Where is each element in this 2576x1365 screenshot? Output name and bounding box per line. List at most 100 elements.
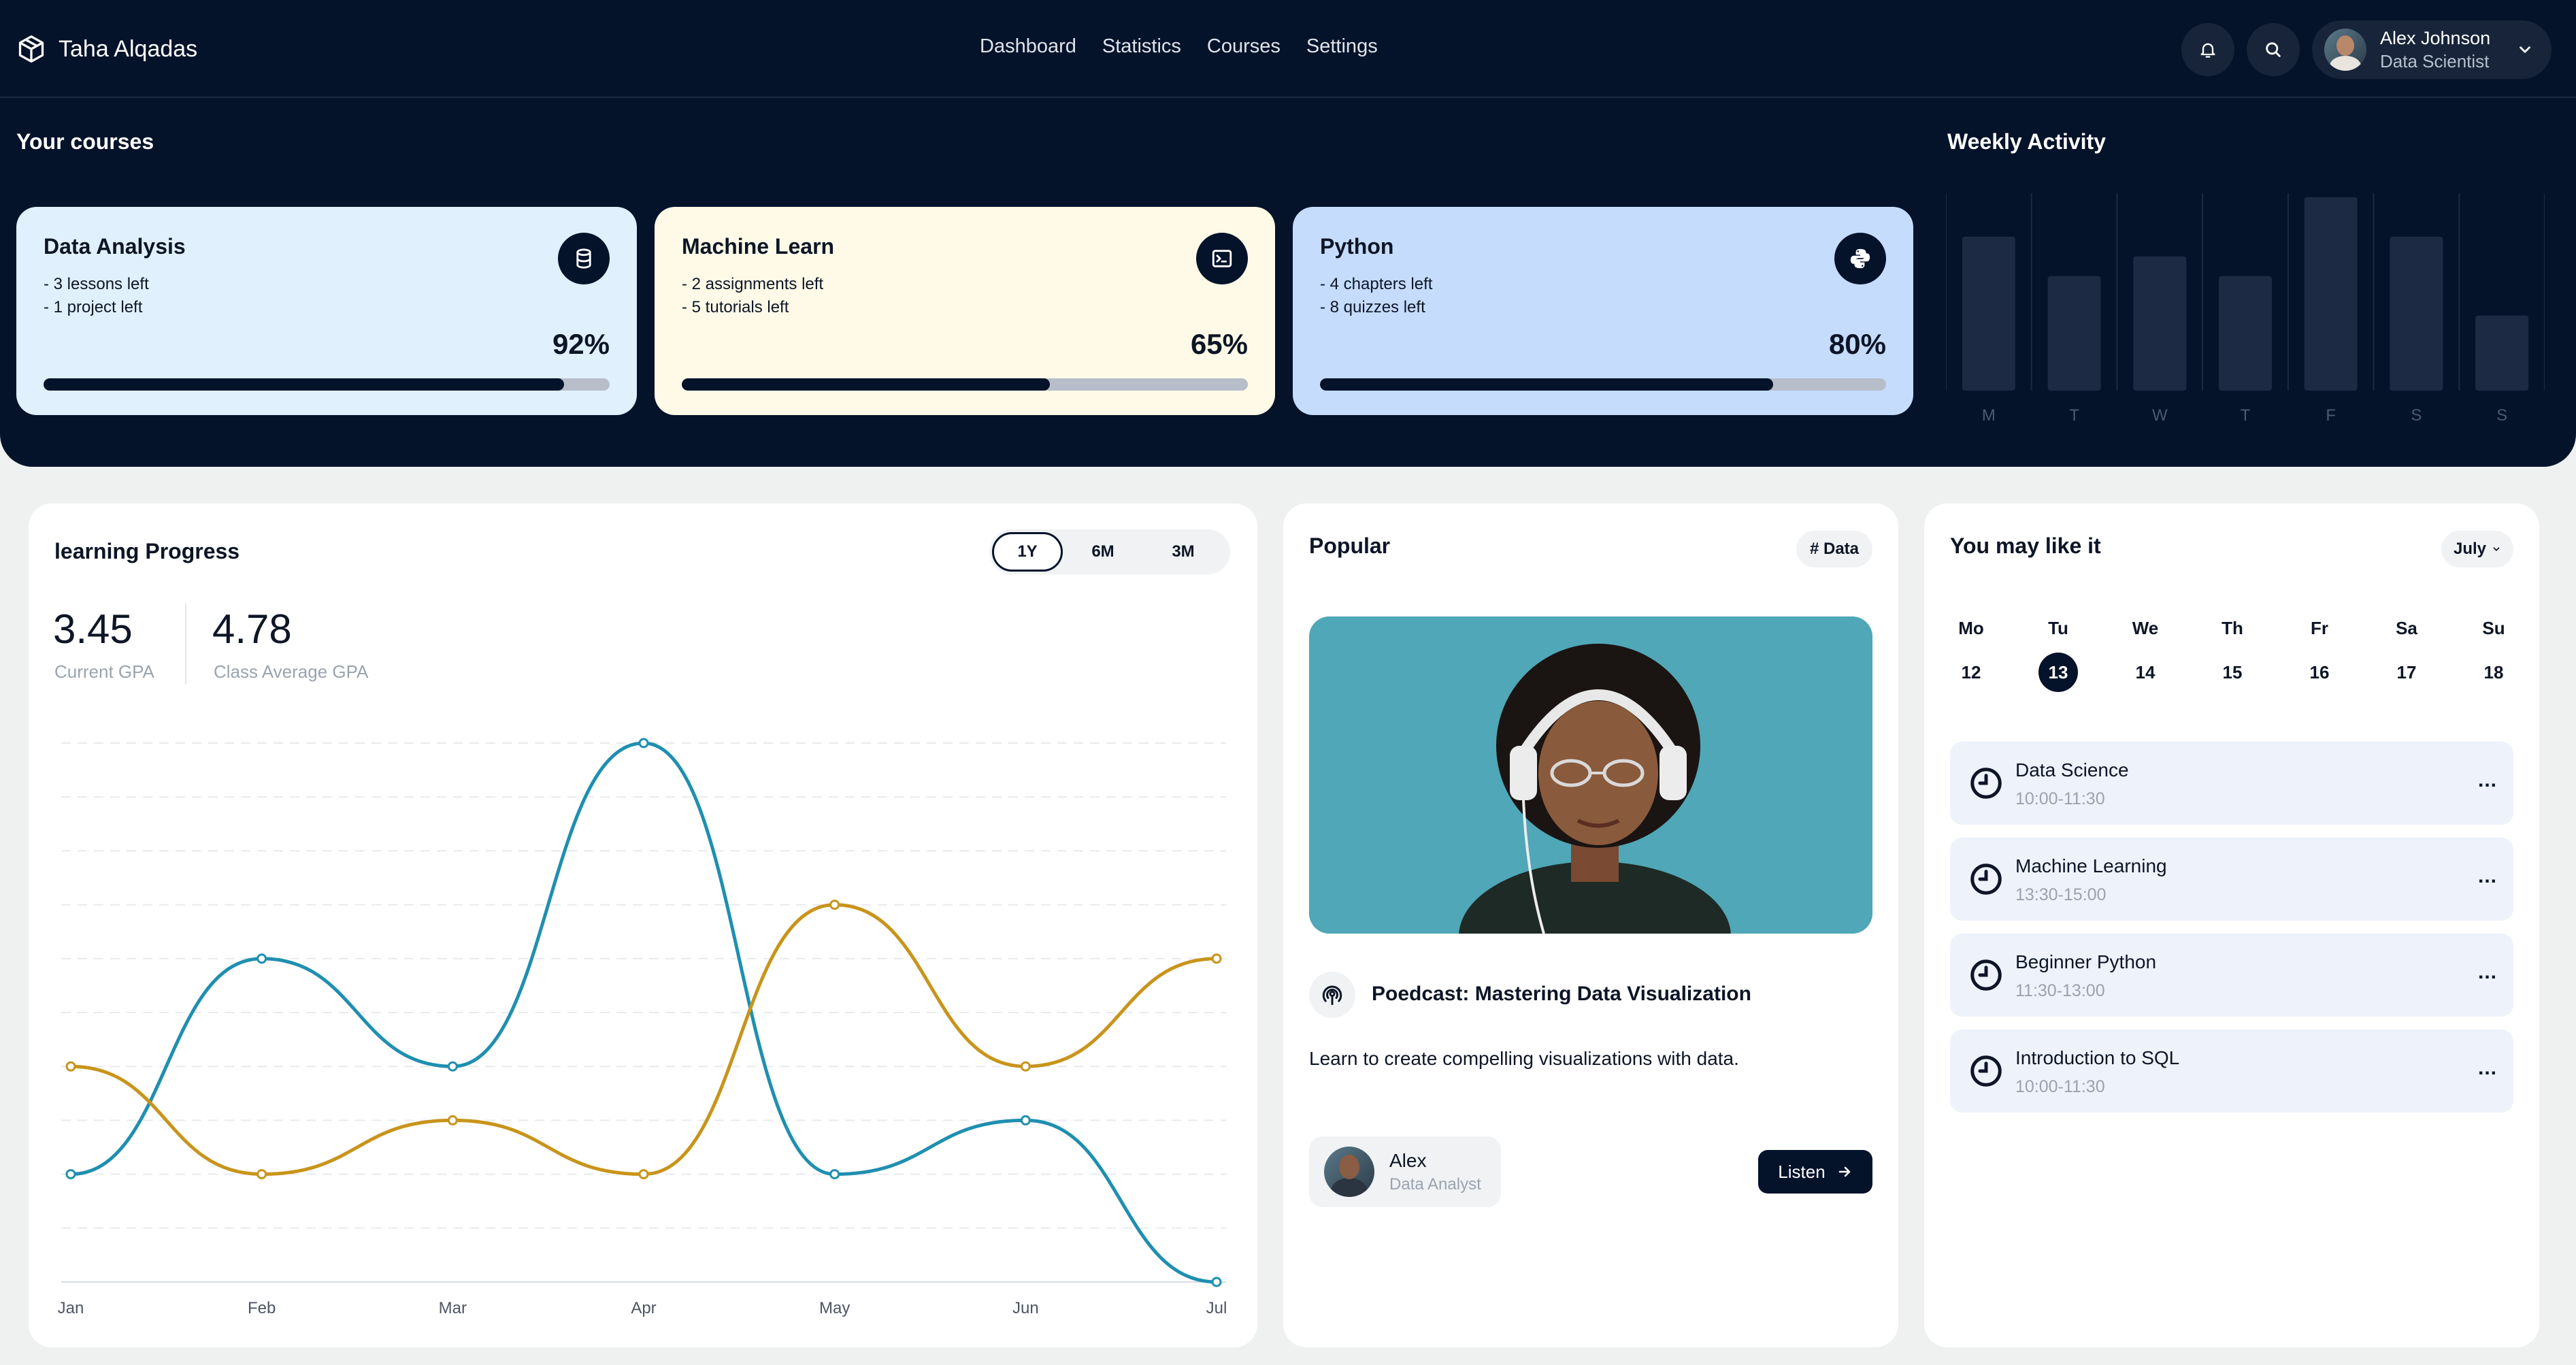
range-6m[interactable]: 6M — [1063, 532, 1143, 572]
bell-icon — [2200, 43, 2215, 58]
main-nav: Dashboard Statistics Courses Settings — [980, 35, 1378, 58]
day-number[interactable]: 14 — [2126, 653, 2165, 692]
python-icon — [1850, 248, 1870, 269]
courses-title: Your courses — [16, 129, 154, 154]
event-item-beginner-python[interactable]: Beginner Python 11:30-13:00 ... — [1950, 934, 2513, 1017]
nav-dashboard[interactable]: Dashboard — [980, 35, 1076, 58]
month-select[interactable]: July — [2441, 531, 2513, 568]
podcast-icon — [1322, 985, 1342, 1005]
x-tick-label: Jan — [58, 1299, 84, 1317]
data-tag[interactable]: # Data — [1796, 531, 1872, 568]
user-menu[interactable]: Alex Johnson Data Scientist — [2312, 20, 2552, 79]
listen-button[interactable]: Listen — [1758, 1150, 1872, 1194]
podcast-description: Learn to create compelling visualization… — [1309, 1048, 1739, 1069]
event-title: Introduction to SQL — [2015, 1047, 2180, 1068]
weekly-activity-title: Weekly Activity — [1947, 129, 2106, 154]
search-button[interactable] — [2247, 23, 2300, 76]
brand[interactable]: Taha Alqadas — [16, 34, 197, 64]
course-progress-bar — [44, 378, 610, 391]
nav-courses[interactable]: Courses — [1207, 35, 1281, 58]
day-name: Tu — [2048, 618, 2068, 638]
range-toggle: 1Y 6M 3M — [989, 529, 1230, 574]
terminal-icon — [1212, 250, 1232, 267]
author-avatar — [1324, 1147, 1374, 1197]
day-number[interactable]: 18 — [2474, 653, 2513, 692]
series-point-1 — [1211, 1277, 1222, 1287]
user-avatar — [2324, 29, 2366, 71]
series-point-2 — [65, 1061, 76, 1072]
course-title: Data Analysis — [44, 234, 186, 259]
weekly-bar — [2133, 256, 2187, 391]
course-detail: - 1 project left — [44, 298, 143, 316]
event-item-data-science[interactable]: Data Science 10:00-11:30 ... — [1950, 742, 2513, 825]
calendar-day: Su 18 — [2470, 618, 2517, 692]
day-number[interactable]: 12 — [1951, 653, 1991, 692]
weekly-activity-chart: MTWTFSS — [1946, 193, 2545, 425]
calendar-day: Fr 16 — [2296, 618, 2343, 692]
course-icon-badge — [1834, 233, 1886, 284]
weekly-bar — [2047, 276, 2101, 391]
calendar-day: Tu 13 — [2034, 618, 2082, 692]
navbar: Taha Alqadas Dashboard Statistics Course… — [0, 0, 2576, 98]
x-tick-label: May — [819, 1299, 850, 1317]
top-banner: Taha Alqadas Dashboard Statistics Course… — [0, 0, 2576, 467]
course-percent: 92% — [552, 328, 610, 360]
series-point-2 — [829, 900, 840, 910]
more-options-button[interactable]: ... — [2478, 961, 2497, 984]
event-item-introduction-to-sql[interactable]: Introduction to SQL 10:00-11:30 ... — [1950, 1030, 2513, 1113]
chevron-down-icon — [2520, 46, 2530, 53]
month-label: July — [2453, 540, 2487, 558]
series-point-1 — [638, 738, 649, 749]
series-line-2 — [70, 903, 1217, 1177]
course-detail: - 4 chapters left — [1320, 275, 1433, 293]
event-time: 13:30-15:00 — [2015, 885, 2107, 904]
day-number[interactable]: 15 — [2213, 653, 2252, 692]
podcast-title[interactable]: Poedcast: Mastering Data Visualization — [1372, 983, 1751, 1006]
nav-settings[interactable]: Settings — [1306, 35, 1378, 58]
calendar-day: Sa 17 — [2383, 618, 2430, 692]
series-point-2 — [638, 1169, 649, 1180]
clock-icon — [1970, 1055, 2002, 1087]
weekly-day-label: S — [2496, 406, 2507, 425]
event-time: 11:30-13:00 — [2015, 981, 2105, 1000]
search-icon — [2266, 42, 2281, 57]
user-name: Alex Johnson — [2380, 27, 2491, 48]
course-detail: - 5 tutorials left — [682, 298, 789, 316]
course-progress-fill — [44, 378, 565, 391]
event-time: 10:00-11:30 — [2015, 1077, 2105, 1096]
course-card-data-analysis[interactable]: Data Analysis - 3 lessons left - 1 proje… — [16, 207, 637, 415]
arrow-right-icon — [1838, 1166, 1850, 1177]
day-name: Th — [2222, 618, 2243, 638]
class-average-label: Class Average GPA — [214, 661, 369, 682]
series-point-1 — [257, 953, 267, 964]
brand-name: Taha Alqadas — [59, 35, 198, 62]
series-point-1 — [1020, 1115, 1031, 1125]
day-number-selected[interactable]: 13 — [2038, 653, 2078, 692]
day-number[interactable]: 16 — [2300, 653, 2339, 692]
weekly-day-label: S — [2411, 406, 2422, 425]
you-may-like-title: You may like it — [1950, 533, 2101, 558]
user-role: Data Scientist — [2380, 50, 2490, 71]
day-name: Su — [2482, 618, 2505, 638]
more-options-button[interactable]: ... — [2478, 865, 2497, 888]
series-point-1 — [65, 1169, 76, 1180]
author-role: Data Analyst — [1389, 1174, 1481, 1194]
range-3m[interactable]: 3M — [1143, 532, 1223, 572]
gpa-divider — [185, 603, 186, 685]
course-icon-badge — [558, 233, 610, 284]
more-options-button[interactable]: ... — [2478, 1057, 2497, 1080]
day-number[interactable]: 17 — [2387, 653, 2426, 692]
x-tick-label: Jul — [1206, 1299, 1227, 1317]
weekly-bar — [2219, 276, 2272, 391]
event-item-machine-learning[interactable]: Machine Learning 13:30-15:00 ... — [1950, 838, 2513, 921]
author-name: Alex — [1389, 1150, 1427, 1172]
weekly-day-label: T — [2069, 406, 2079, 425]
more-options-button[interactable]: ... — [2478, 769, 2497, 792]
nav-statistics[interactable]: Statistics — [1102, 35, 1181, 58]
course-percent: 65% — [1190, 328, 1248, 360]
notifications-button[interactable] — [2181, 23, 2234, 76]
course-card-python[interactable]: Python - 4 chapters left - 8 quizzes lef… — [1293, 207, 1913, 415]
course-card-machine-learn[interactable]: Machine Learn - 2 assignments left - 5 t… — [655, 207, 1275, 415]
podcast-author[interactable]: Alex Data Analyst — [1309, 1136, 1501, 1207]
range-1y[interactable]: 1Y — [992, 532, 1063, 572]
